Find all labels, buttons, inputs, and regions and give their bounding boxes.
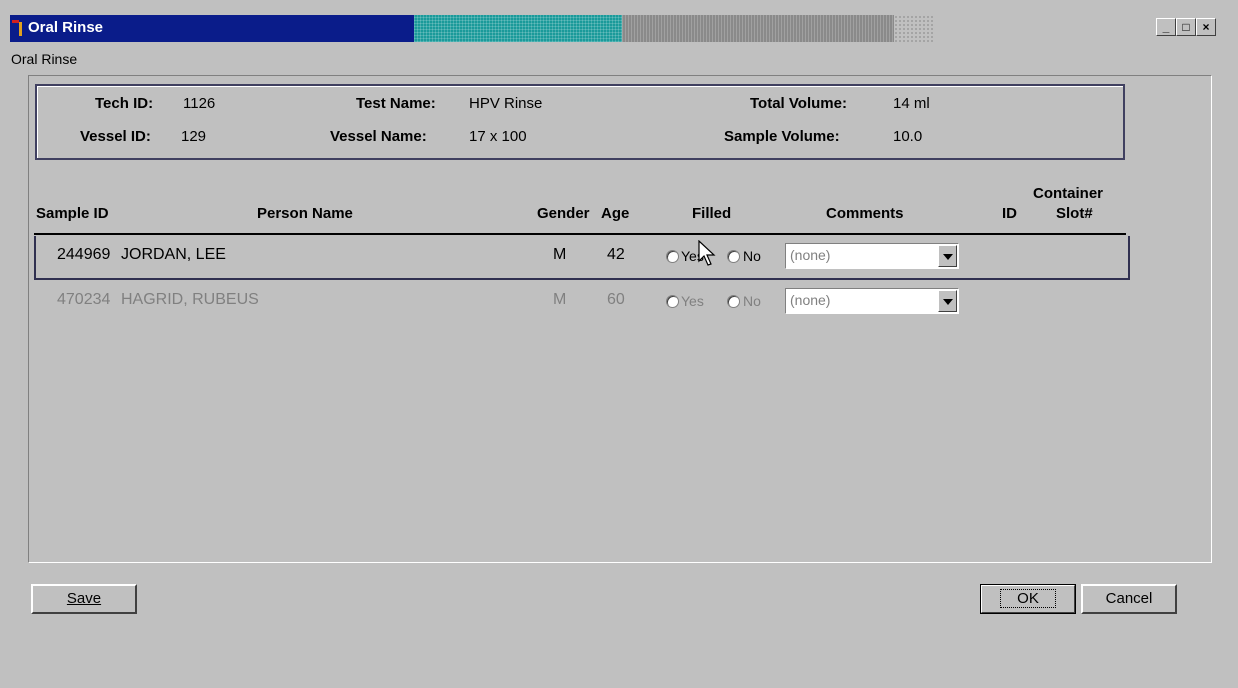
row-person-name: JORDAN, LEE: [121, 246, 226, 263]
comments-dropdown[interactable]: (none): [785, 288, 959, 314]
filled-yes-radio[interactable]: [666, 295, 679, 308]
sample-volume-label: Sample Volume:: [724, 128, 840, 145]
maximize-icon[interactable]: □: [1176, 18, 1196, 36]
filled-no-label: No: [743, 248, 761, 264]
col-header-filled: Filled: [692, 205, 732, 222]
app-icon: [12, 20, 22, 36]
comments-dropdown-value: (none): [790, 247, 831, 263]
total-volume-label: Total Volume:: [750, 95, 847, 112]
ok-button-label: OK: [1000, 589, 1056, 608]
cancel-button[interactable]: Cancel: [1081, 584, 1177, 614]
row-age: 60: [607, 291, 625, 308]
minimize-icon[interactable]: _: [1156, 18, 1176, 36]
vessel-id-value: 129: [181, 128, 207, 145]
row-gender: M: [553, 246, 567, 263]
col-header-gender: Gender: [537, 205, 590, 222]
filled-no-label: No: [743, 293, 761, 309]
window-title: Oral Rinse: [28, 19, 104, 36]
title-bar-pattern: [414, 15, 622, 42]
total-volume-value: 14 ml: [893, 95, 930, 112]
comments-dropdown-value: (none): [790, 292, 831, 308]
tech-id-value: 1126: [183, 95, 216, 112]
chevron-down-icon[interactable]: [938, 245, 957, 267]
title-bar-pattern-dots: [894, 15, 934, 42]
row-gender: M: [553, 291, 567, 308]
mouse-cursor-icon: [698, 240, 716, 266]
title-bar-pattern-gray: [622, 15, 894, 42]
col-header-comments: Comments: [826, 205, 904, 222]
form-label: Oral Rinse: [11, 51, 78, 67]
test-name-label: Test Name:: [356, 95, 436, 112]
row-sample-id: 244969: [57, 246, 111, 263]
col-header-slot: Slot#: [1056, 205, 1093, 222]
row-age: 42: [607, 246, 625, 263]
vessel-name-label: Vessel Name:: [330, 128, 427, 145]
filled-no-radio[interactable]: [727, 295, 740, 308]
filled-yes-radio[interactable]: [666, 250, 679, 263]
cancel-button-label: Cancel: [1105, 590, 1153, 607]
col-header-sample-id: Sample ID: [36, 205, 109, 222]
filled-yes-label: Yes: [681, 293, 704, 309]
col-header-age: Age: [601, 205, 630, 222]
comments-dropdown[interactable]: (none): [785, 243, 959, 269]
close-icon[interactable]: ×: [1196, 18, 1216, 36]
test-name-value: HPV Rinse: [469, 95, 543, 112]
sample-volume-value: 10.0: [893, 128, 923, 145]
chevron-down-icon[interactable]: [938, 290, 957, 312]
vessel-name-value: 17 x 100: [469, 128, 527, 145]
filled-no-radio[interactable]: [727, 250, 740, 263]
save-button[interactable]: Save: [31, 584, 137, 614]
vessel-id-label: Vessel ID:: [80, 128, 151, 145]
tech-id-label: Tech ID:: [95, 95, 154, 112]
header-divider: [34, 233, 1126, 235]
col-header-container-id: ID: [1002, 205, 1017, 222]
save-button-label: Save: [66, 590, 102, 607]
row-sample-id: 470234: [57, 291, 111, 308]
col-header-person-name: Person Name: [257, 205, 353, 222]
row-person-name: HAGRID, RUBEUS: [121, 291, 259, 308]
title-bar: Oral Rinse: [10, 15, 1230, 43]
col-header-container: Container: [1033, 185, 1104, 202]
ok-button[interactable]: OK: [980, 584, 1076, 614]
